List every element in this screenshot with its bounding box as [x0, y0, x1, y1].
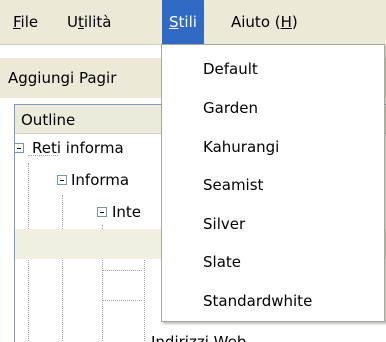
tree-row-label: Informa — [71, 171, 130, 189]
style-item-slate[interactable]: Slate — [203, 244, 241, 280]
menu-bar: File Utilità Stili Aiuto (H) — [0, 0, 386, 45]
menu-aiuto-suffix: ) — [291, 13, 298, 31]
style-item-standardwhite[interactable]: Standardwhite — [203, 283, 312, 319]
tree-row-label: Inte — [112, 203, 142, 221]
menu-aiuto-accel: H — [280, 13, 292, 31]
menu-file-accel: F — [13, 13, 21, 31]
menu-aiuto[interactable]: Aiuto (H) — [224, 0, 305, 44]
add-page-button[interactable]: Aggiungi Pagir — [8, 58, 116, 98]
style-item-silver[interactable]: Silver — [203, 206, 245, 242]
menu-utilita[interactable]: Utilità — [60, 0, 118, 44]
tree-connector-line — [102, 300, 142, 301]
tree-row[interactable]: Indirizzi Web — [15, 327, 275, 342]
menu-stili[interactable]: Stili — [162, 0, 204, 44]
styles-dropdown-menu: Default Garden Kahurangi Seamist Silver … — [161, 44, 385, 322]
menu-utilita-prefix: U — [67, 13, 78, 31]
tree-row-label: Indirizzi Web — [151, 333, 247, 342]
collapse-icon[interactable] — [97, 207, 107, 217]
menu-utilita-suffix: ilità — [83, 13, 112, 31]
menu-stili-suffix: tili — [178, 13, 197, 31]
collapse-icon[interactable] — [57, 175, 67, 185]
style-item-kahurangi[interactable]: Kahurangi — [203, 129, 279, 165]
style-item-seamist[interactable]: Seamist — [203, 167, 263, 203]
tree-row-label: Reti informa — [32, 139, 124, 157]
menu-aiuto-prefix: Aiuto ( — [231, 13, 281, 31]
style-item-garden[interactable]: Garden — [203, 90, 258, 126]
style-item-default[interactable]: Default — [203, 51, 258, 87]
outline-header-label: Outline — [21, 111, 76, 129]
menu-file-suffix: ile — [20, 13, 39, 31]
menu-stili-accel: S — [169, 13, 179, 31]
menu-file[interactable]: File — [6, 0, 45, 44]
collapse-icon[interactable] — [15, 143, 24, 153]
